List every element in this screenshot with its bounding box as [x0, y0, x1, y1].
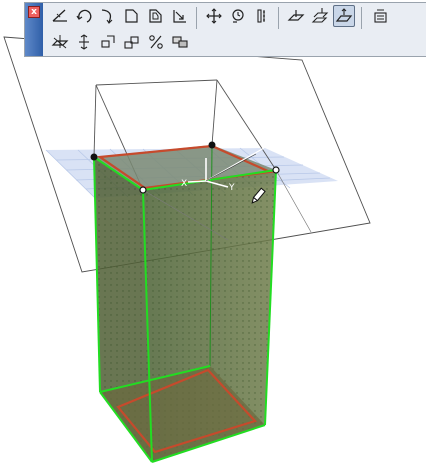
split-icon[interactable]	[73, 31, 95, 53]
plane-icon[interactable]	[285, 5, 307, 27]
rotate-view-icon[interactable]	[227, 5, 249, 27]
layer-icon[interactable]	[169, 31, 191, 53]
close-icon[interactable]: x	[28, 6, 40, 18]
drag-icon[interactable]	[203, 5, 225, 27]
active-plane-icon[interactable]	[333, 5, 355, 27]
hotspot-top-right[interactable]	[272, 166, 280, 174]
toolbar-separator	[196, 7, 197, 29]
curve-arc-icon[interactable]	[97, 5, 119, 27]
merge-icon[interactable]	[97, 31, 119, 53]
axis-label-y: Y	[228, 183, 235, 193]
hotspot-top-left[interactable]	[90, 153, 98, 161]
hotspot-top-back[interactable]	[208, 141, 216, 149]
multi-plane-icon[interactable]	[309, 5, 331, 27]
3d-viewport[interactable]: X Y	[0, 0, 426, 466]
tool-palette: x	[24, 2, 426, 57]
element-cutting-icon[interactable]	[49, 5, 71, 27]
resize-icon[interactable]	[169, 5, 191, 27]
percent-icon[interactable]	[145, 31, 167, 53]
calculator-icon[interactable]	[370, 5, 392, 27]
offset-all-icon[interactable]	[145, 5, 167, 27]
elevate-icon[interactable]	[251, 5, 273, 27]
axis-label-x: X	[181, 179, 187, 189]
palette-title-bar[interactable]: x	[25, 3, 43, 56]
offset-icon[interactable]	[121, 5, 143, 27]
hotspot-top-front[interactable]	[139, 186, 147, 194]
toolbar-separator	[278, 7, 279, 29]
move-plane-icon[interactable]	[49, 31, 71, 53]
toolbar-separator	[361, 7, 362, 29]
rotate-icon[interactable]	[73, 5, 95, 27]
duplicate-icon[interactable]	[121, 31, 143, 53]
